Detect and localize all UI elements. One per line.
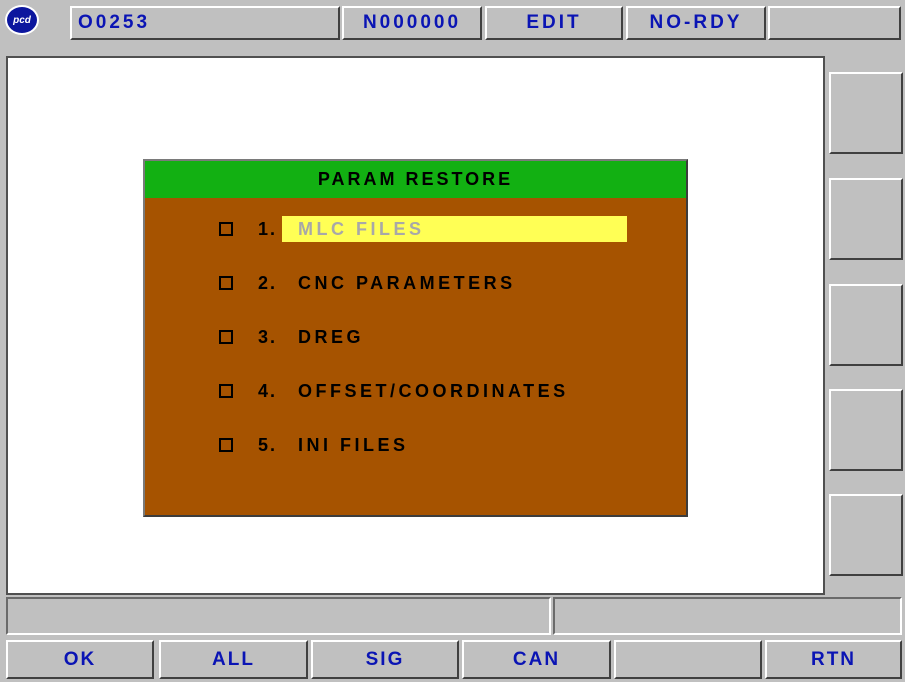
checkbox-icon[interactable]: [219, 222, 233, 236]
logo-text: pcd: [13, 14, 31, 26]
blank-key[interactable]: [614, 640, 762, 679]
checkbox-icon[interactable]: [219, 384, 233, 398]
status-empty-cell: [768, 6, 901, 40]
option-label: OFFSET/COORDINATES: [298, 381, 569, 401]
message-bar: [6, 597, 551, 635]
option-label: INI FILES: [298, 435, 409, 455]
option-label: MLC FILES: [282, 216, 627, 242]
option-number: 4.: [258, 380, 278, 401]
option-number: 5.: [258, 434, 278, 455]
can-key[interactable]: CAN: [462, 640, 611, 679]
rtn-key[interactable]: RTN: [765, 640, 902, 679]
logo-icon: pcd: [5, 5, 39, 35]
all-key-label: ALL: [212, 648, 255, 670]
option-mlc-files[interactable]: 1. MLC FILES: [219, 216, 627, 242]
checkbox-icon[interactable]: [219, 330, 233, 344]
option-label: DREG: [298, 327, 365, 347]
all-key[interactable]: ALL: [159, 640, 308, 679]
can-key-label: CAN: [512, 648, 561, 670]
ok-key-label: OK: [63, 648, 97, 670]
option-list: 1. MLC FILES 2. CNC PARAMETERS 3. DREG 4…: [219, 216, 659, 506]
rtn-key-label: RTN: [810, 648, 857, 670]
sig-key-label: SIG: [365, 648, 405, 670]
side-key-5[interactable]: [829, 494, 903, 576]
checkbox-icon[interactable]: [219, 276, 233, 290]
sig-key[interactable]: SIG: [311, 640, 459, 679]
option-ini-files[interactable]: 5. INI FILES: [219, 432, 409, 458]
sequence-number: N000000: [342, 6, 482, 40]
option-label: CNC PARAMETERS: [298, 273, 516, 293]
param-restore-dialog: PARAM RESTORE 1. MLC FILES 2. CNC PARAME…: [143, 159, 688, 517]
option-number: 2.: [258, 272, 278, 293]
input-bar[interactable]: [553, 597, 902, 635]
program-number: O0253: [70, 6, 340, 40]
ready-status: NO-RDY: [626, 6, 766, 40]
option-dreg[interactable]: 3. DREG: [219, 324, 364, 350]
side-key-1[interactable]: [829, 72, 903, 154]
option-number: 3.: [258, 326, 278, 347]
dialog-title: PARAM RESTORE: [145, 161, 686, 198]
checkbox-icon[interactable]: [219, 438, 233, 452]
side-key-2[interactable]: [829, 178, 903, 260]
mode-indicator: EDIT: [485, 6, 623, 40]
side-key-4[interactable]: [829, 389, 903, 471]
side-key-3[interactable]: [829, 284, 903, 366]
option-offset-coordinates[interactable]: 4. OFFSET/COORDINATES: [219, 378, 569, 404]
ok-key[interactable]: OK: [6, 640, 154, 679]
option-cnc-parameters[interactable]: 2. CNC PARAMETERS: [219, 270, 516, 296]
status-bar: pcd O0253 N000000 EDIT NO-RDY: [0, 0, 905, 48]
